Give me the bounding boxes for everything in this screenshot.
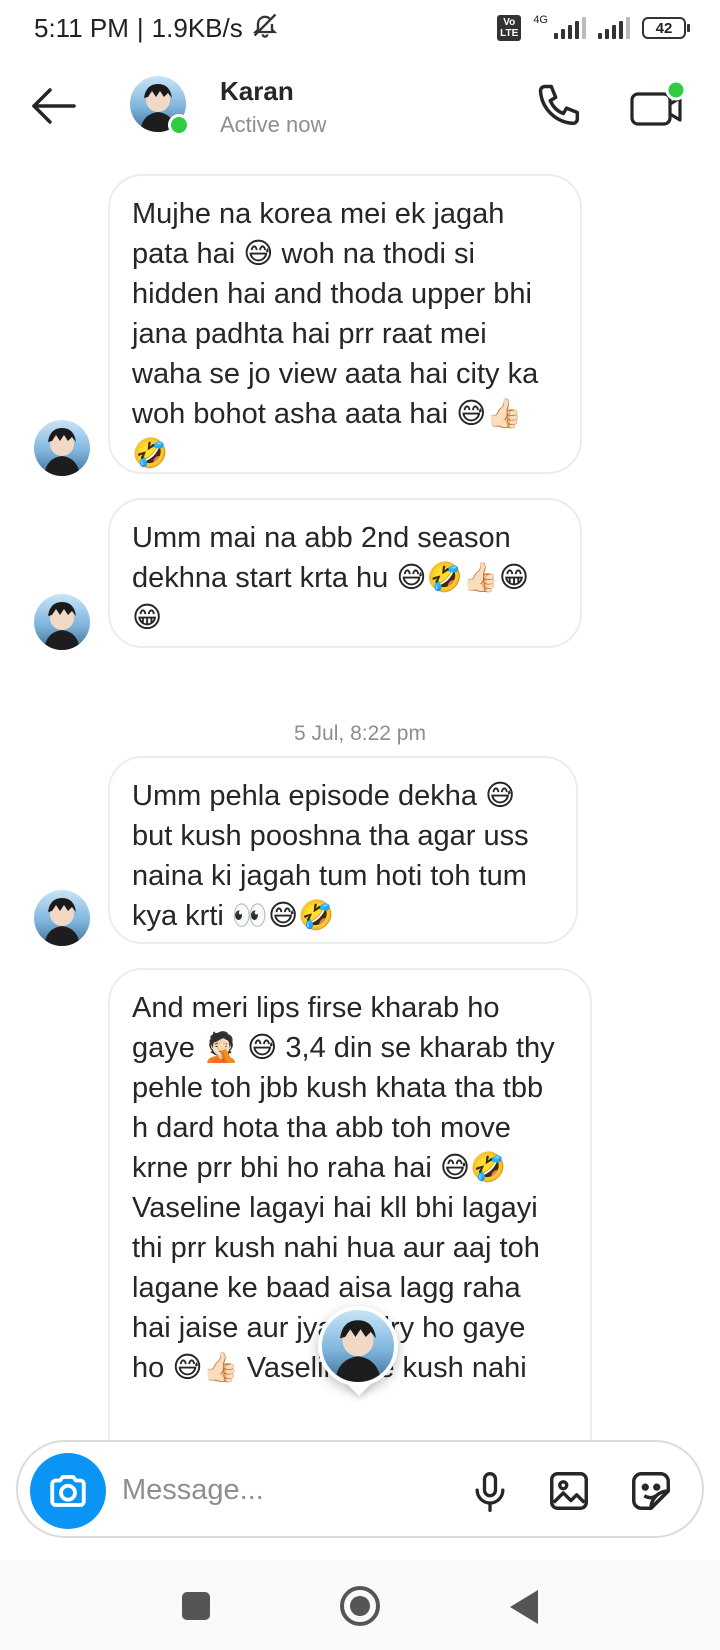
video-camera-icon: [630, 79, 687, 126]
signal-strength-icon: [554, 17, 586, 39]
camera-button[interactable]: [30, 1453, 106, 1529]
home-button[interactable]: [340, 1586, 380, 1626]
sticker-button[interactable]: [628, 1468, 674, 1514]
message-text: Mujhe na korea mei ek jagah pata hai 😅 w…: [132, 198, 539, 470]
online-indicator: [168, 114, 190, 136]
typing-indicator-tail: [345, 1382, 373, 1396]
chat-header: Karan Active now: [0, 56, 720, 156]
message-timestamp: 5 Jul, 8:22 pm: [294, 722, 426, 745]
back-button[interactable]: [28, 80, 80, 132]
contact-status: Active now: [220, 112, 327, 137]
battery-level: 42: [655, 19, 673, 37]
bell-muted-icon: [251, 11, 279, 46]
message-input[interactable]: [122, 1468, 422, 1512]
avatar-image: [334, 1320, 382, 1382]
status-speed: 1.9KB/s: [151, 12, 243, 43]
status-left: 5:11 PM | 1.9KB/s: [34, 11, 279, 46]
sender-avatar[interactable]: [34, 594, 90, 650]
status-separator: |: [136, 12, 144, 43]
typing-indicator-avatar[interactable]: [318, 1306, 398, 1386]
avatar-image: [44, 428, 80, 476]
arrow-left-icon: [32, 88, 76, 124]
volte-badge: Vo LTE: [497, 15, 522, 41]
video-call-button[interactable]: [628, 78, 688, 134]
system-back-button[interactable]: [510, 1590, 538, 1624]
voice-message-button[interactable]: [468, 1470, 512, 1514]
message-bubble[interactable]: Umm mai na abb 2nd season dekhna start k…: [108, 498, 582, 648]
message-text: Umm mai na abb 2nd season dekhna start k…: [132, 522, 530, 634]
phone-icon: [538, 84, 580, 126]
message-bubble[interactable]: Umm pehla episode dekha 😅 but kush poosh…: [108, 756, 578, 944]
voice-call-button[interactable]: [534, 80, 586, 132]
signal-strength-2-icon: [598, 17, 630, 39]
sender-avatar[interactable]: [34, 890, 90, 946]
message-composer: [16, 1440, 704, 1538]
message-text: Umm pehla episode dekha 😅 but kush poosh…: [132, 780, 529, 932]
network-type: 4G: [533, 14, 548, 26]
avatar-image: [44, 898, 80, 946]
microphone-icon: [475, 1472, 505, 1512]
sender-avatar[interactable]: [34, 420, 90, 476]
battery-icon: 42: [642, 17, 690, 39]
gallery-button[interactable]: [546, 1468, 592, 1514]
message-bubble[interactable]: Mujhe na korea mei ek jagah pata hai 😅 w…: [108, 174, 582, 474]
contact-name[interactable]: Karan: [220, 76, 294, 107]
status-right: Vo LTE 4G 42: [497, 14, 690, 41]
image-icon: [550, 1472, 588, 1510]
system-navigation-bar: [0, 1560, 720, 1650]
status-time: 5:11 PM: [34, 12, 129, 43]
status-bar: 5:11 PM | 1.9KB/s Vo LTE 4G 42: [0, 0, 720, 56]
sticker-icon: [632, 1472, 670, 1510]
avatar-image: [44, 602, 80, 650]
camera-icon: [50, 1475, 86, 1507]
recent-apps-button[interactable]: [182, 1592, 210, 1620]
